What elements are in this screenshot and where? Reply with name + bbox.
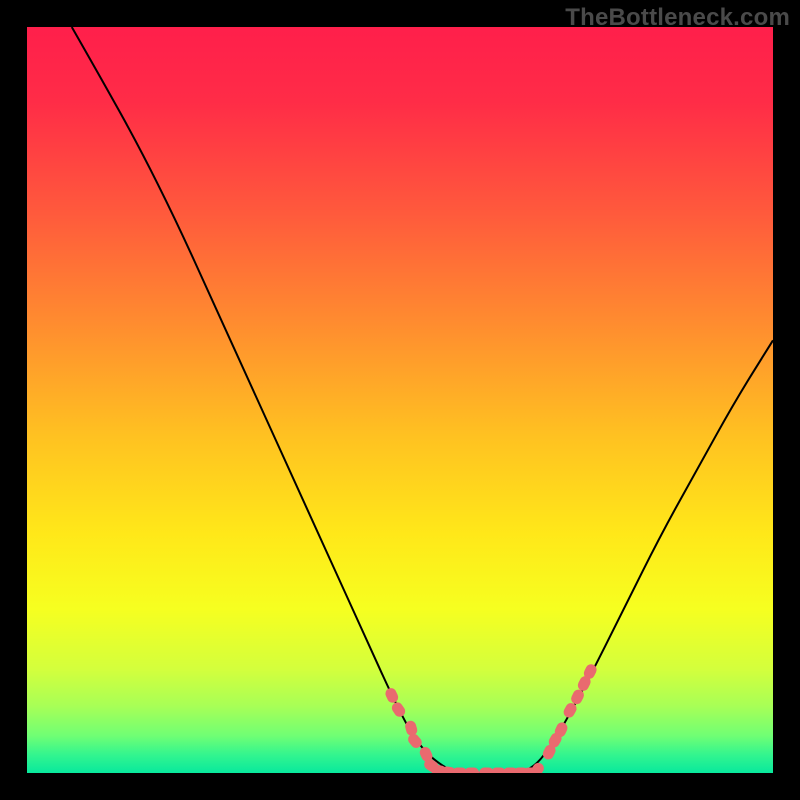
gradient-background bbox=[27, 27, 773, 773]
plot-area bbox=[27, 27, 773, 773]
bottleneck-chart bbox=[27, 27, 773, 773]
chart-container: TheBottleneck.com bbox=[0, 0, 800, 800]
watermark-label: TheBottleneck.com bbox=[565, 4, 790, 32]
